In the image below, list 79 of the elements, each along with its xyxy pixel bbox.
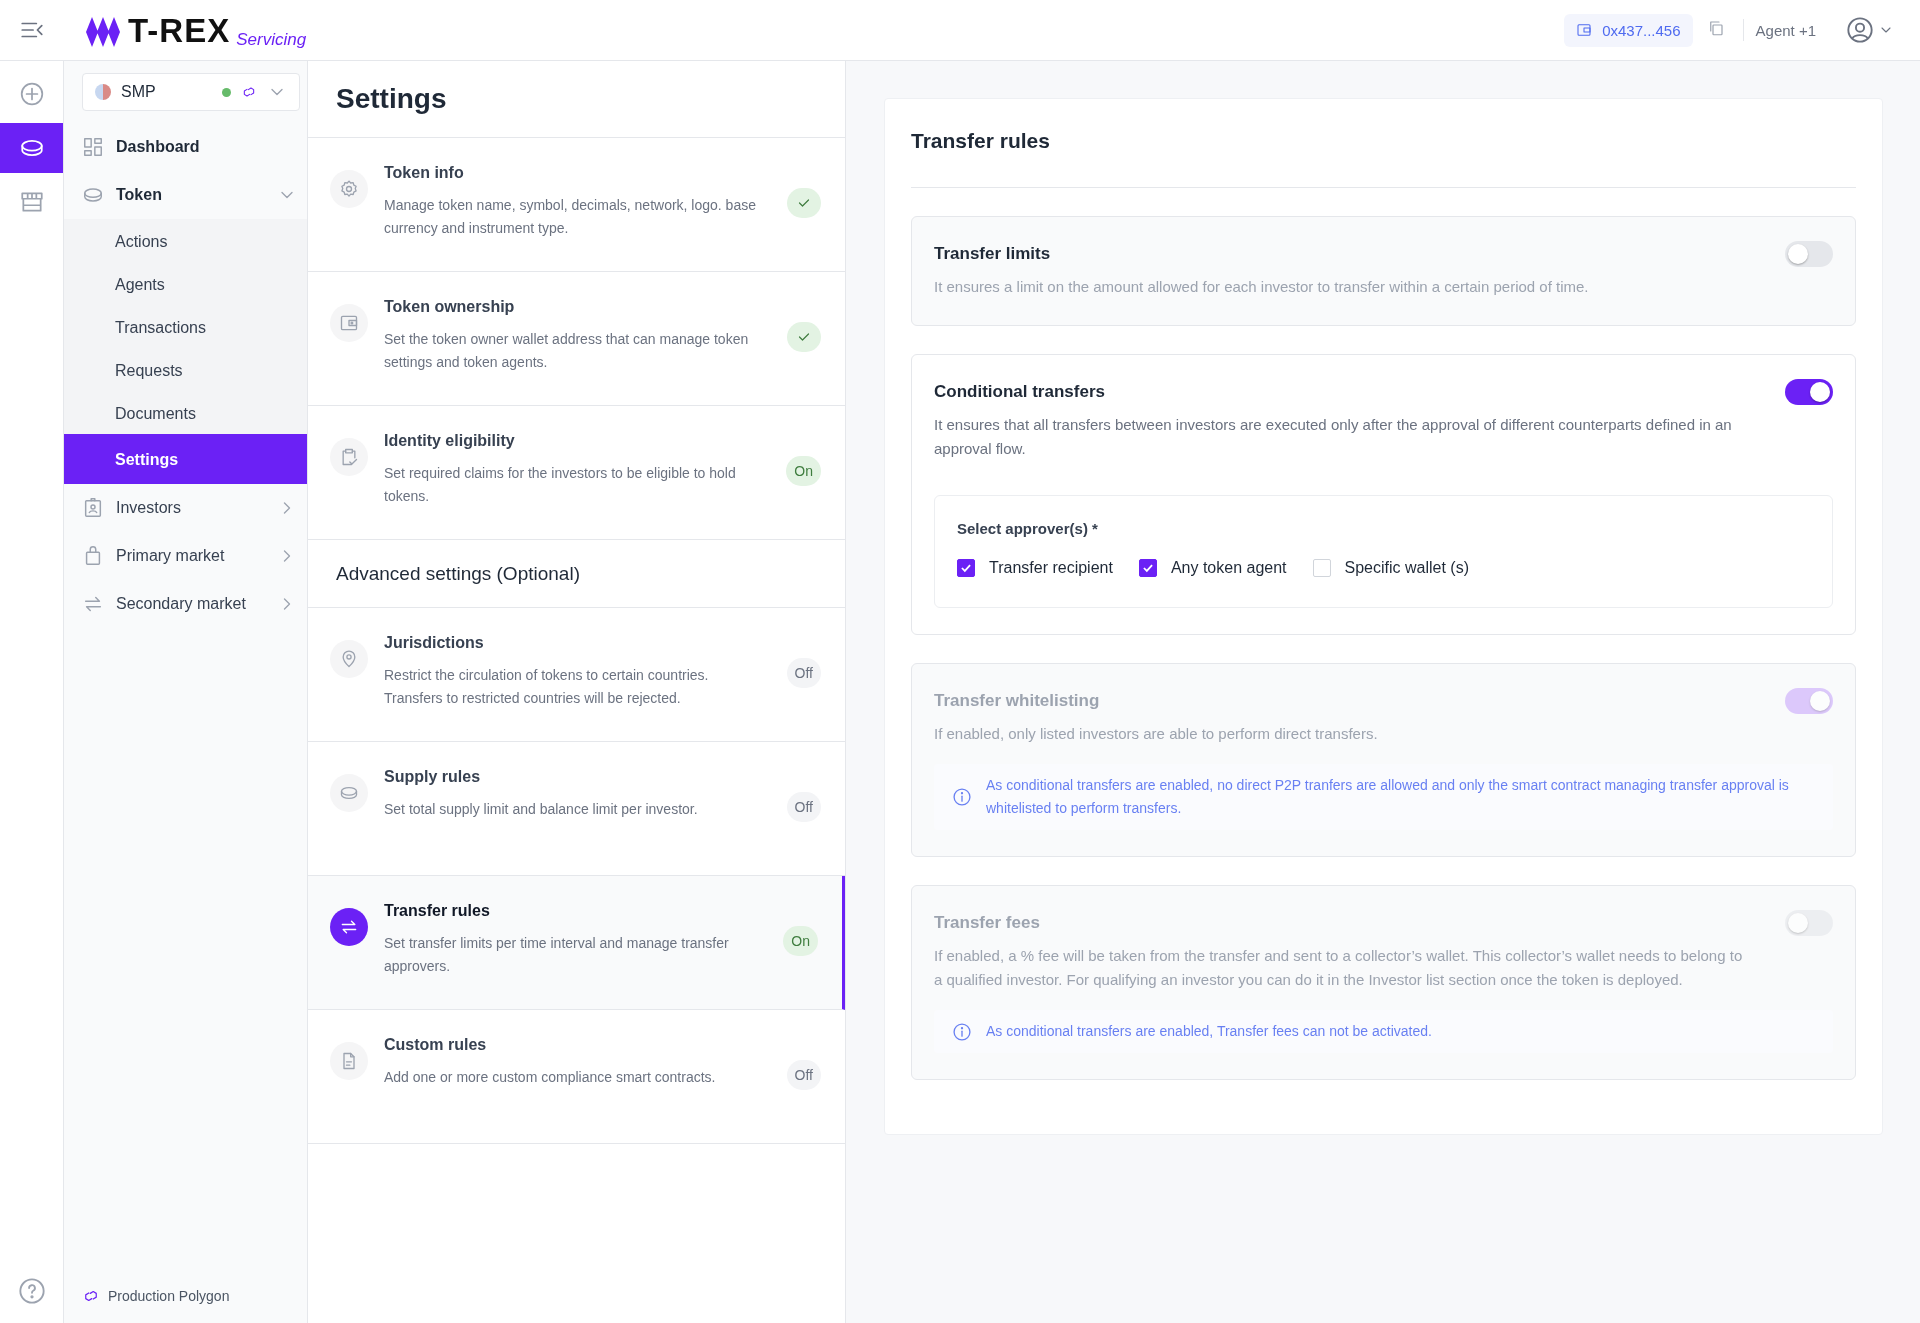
token-selector[interactable]: SMP (82, 73, 300, 111)
notice-text: As conditional transfers are enabled, no direct P2P tranfers are allowed and only the smart contract managing transfer approval is whitelisted to perform transfers. (986, 776, 1790, 818)
item-description: Set total supply limit and balance limit per investor. (384, 800, 699, 819)
status-badge: On (783, 925, 818, 956)
approver-checkbox[interactable]: Transfer recipient (957, 559, 1113, 577)
sidebar-item[interactable]: Primary market (64, 532, 307, 580)
rule-description: It ensures a limit on the amount allowed for each investor to transfer within a certain period of time. (934, 277, 1590, 297)
approver-checkbox[interactable]: Specific wallet (s) (1312, 559, 1470, 577)
store-icon (18, 189, 45, 215)
status-badge: Off (786, 791, 821, 822)
settings-item[interactable]: Token info Manage token name, symbol, decimals, network, logo. base currency and instrument type. (308, 138, 845, 272)
wallet-address-button[interactable]: 0x437...456 (1564, 13, 1693, 47)
item-title: Custom rules (384, 1036, 488, 1054)
item-title: Jurisdictions (384, 634, 485, 652)
approvers-label: Select approver(s) * (957, 520, 1099, 537)
sidebar-item[interactable]: Token (64, 171, 307, 219)
item-description: Add one or more custom compliance smart contracts. (384, 1068, 717, 1087)
sidebar-item[interactable]: Dashboard (64, 123, 307, 171)
logo-subtitle: Servicing (236, 29, 307, 50)
user-avatar-icon (1846, 16, 1874, 44)
rule-description: It ensures that all transfers between investors are executed only after the approval of different counterparts defined in an approval flow. (934, 415, 1733, 459)
swap-arrows-icon (339, 917, 359, 937)
rule-title: Conditional transfers (934, 382, 1105, 402)
info-icon (952, 787, 972, 807)
item-title: Identity eligibility (384, 432, 516, 450)
item-title: Token ownership (384, 298, 516, 316)
logo-text: T-REX (128, 13, 231, 47)
rule-title: Transfer limits (934, 244, 1051, 264)
help-icon (17, 1277, 46, 1305)
item-description: Manage token name, symbol, decimals, network, logo. base currency and instrument type. (384, 196, 757, 238)
panel-title: Transfer rules (911, 129, 1856, 188)
rule-description: If enabled, only listed investors are able to perform direct transfers. (934, 724, 1379, 744)
checkbox[interactable] (957, 559, 975, 577)
notice-text: As conditional transfers are enabled, Transfer fees can not be activated. (986, 1022, 1432, 1041)
checkbox[interactable] (1138, 559, 1157, 577)
settings-item[interactable]: Identity eligibility Set required claims for the investors to be eligible to hold tokens. On (308, 406, 845, 540)
sidebar-item[interactable]: Investors (64, 484, 307, 532)
item-title: Transfer rules (384, 902, 491, 920)
rule-title: Transfer fees (934, 913, 1040, 933)
status-dot-icon (222, 87, 231, 97)
network-label: Production Polygon (108, 1288, 230, 1304)
rail-button[interactable] (0, 123, 63, 173)
item-description: Set transfer limits per time interval and manage transfer approvers. (384, 934, 730, 976)
sidebar-subitem[interactable]: Requests (64, 348, 307, 391)
settings-item[interactable]: Token ownership Set the token owner wallet address that can manage token settings and token agents. (308, 272, 845, 406)
add-icon (18, 81, 45, 107)
logo-icon (86, 16, 122, 47)
rule-description: If enabled, a % fee will be taken from the transfer and sent to a collector’s wallet. This collector’s wallet needs to belong to a qualified investor. For qualifying an investor you can do it in the Investor list section once the token is deployed. (934, 946, 1744, 990)
item-title: Supply rules (384, 768, 482, 786)
page-title: Settings (308, 61, 845, 138)
dashboard-icon (82, 136, 104, 158)
settings-item[interactable]: Transfer rules Set transfer limits per time interval and manage transfer approvers. On (308, 876, 845, 1010)
approver-checkbox[interactable]: Any token agent (1138, 559, 1287, 577)
item-title: Token info (384, 164, 465, 182)
sidebar-subitem[interactable]: Agents (64, 262, 307, 305)
section-heading: Advanced settings (Optional) (308, 540, 845, 608)
toggle-switch[interactable] (1785, 379, 1833, 405)
settings-item[interactable]: Jurisdictions Restrict the circulation of tokens to certain countries. Transfers to restricted countries will be rejected. Off (308, 608, 845, 742)
item-description: Set the token owner wallet address that can manage token settings and token agents. (384, 330, 750, 372)
sidebar-subitem[interactable]: Documents (64, 391, 307, 434)
item-description: Set required claims for the investors to be eligible to hold tokens. (384, 464, 737, 506)
rule-title: Transfer whitelisting (934, 691, 1100, 711)
wallet-icon (339, 313, 359, 333)
sidebar-subitem[interactable]: Actions (64, 219, 307, 262)
sidebar-subitem[interactable]: Transactions (64, 305, 307, 348)
item-description: Restrict the circulation of tokens to certain countries. Transfers to restricted countries will be rejected. (384, 666, 710, 708)
status-badge: On (786, 455, 821, 486)
agent-label: Agent +1 (1755, 21, 1816, 39)
settings-item[interactable]: Custom rules Add one or more custom compliance smart contracts. Off (308, 1010, 845, 1144)
toggle-switch[interactable] (1785, 241, 1833, 267)
info-icon (952, 1021, 972, 1042)
settings-icon (339, 179, 359, 199)
sidebar-subitem[interactable]: Settings (64, 434, 307, 484)
status-badge: Off (786, 1059, 821, 1090)
id-badge-icon (82, 497, 104, 519)
wallet-icon (1576, 22, 1593, 38)
status-badge: Off (786, 657, 821, 688)
sidebar-item[interactable]: Secondary market (64, 580, 307, 628)
token-logo-icon (95, 84, 111, 100)
